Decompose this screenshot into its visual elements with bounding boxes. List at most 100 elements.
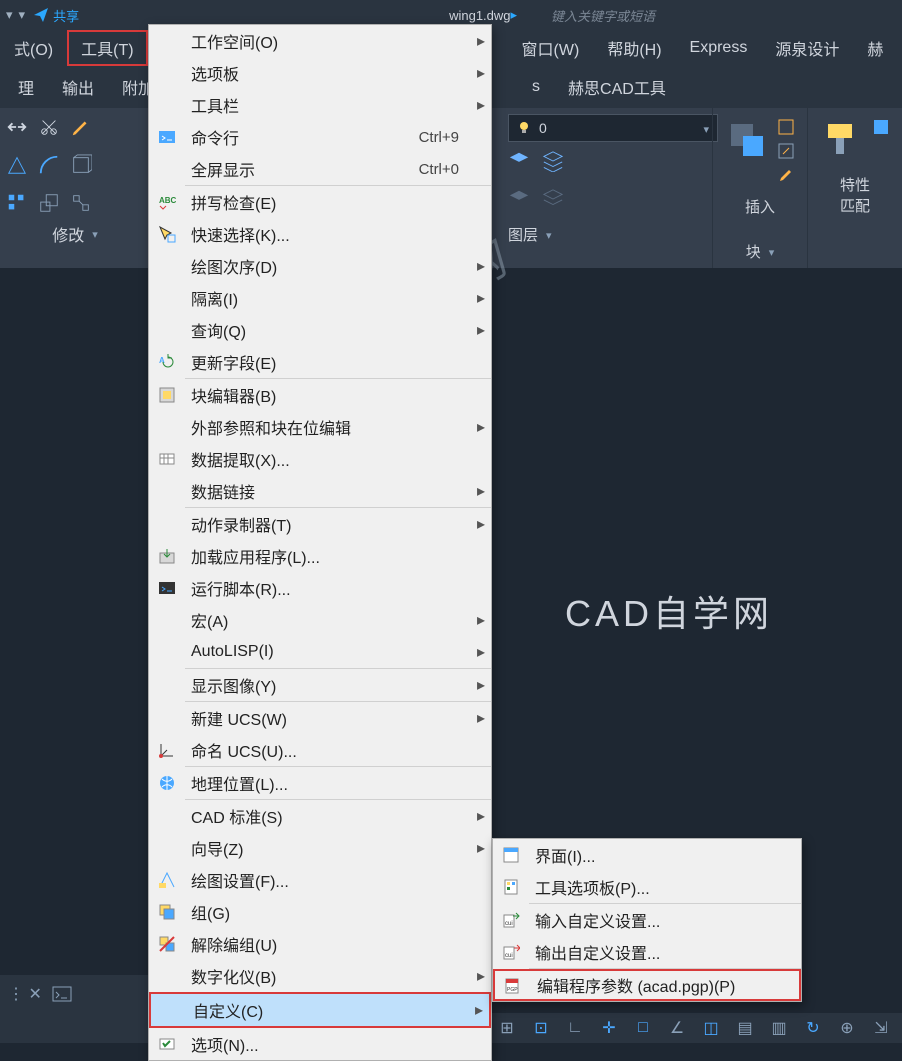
layer-panel-label[interactable]: 图层 (490, 218, 718, 251)
menu-last[interactable]: 赫 (853, 30, 897, 66)
explode-icon[interactable] (70, 192, 92, 214)
attr-edit-icon[interactable] (777, 166, 795, 184)
sb-scale-icon[interactable]: ⇲ (868, 1017, 894, 1039)
menu-item[interactable]: 选项(N)... (149, 1028, 491, 1060)
menu-item[interactable]: 新建 UCS(W)▸ (149, 702, 491, 734)
sb-trans-icon[interactable]: ▥ (766, 1017, 792, 1039)
move-icon[interactable] (6, 116, 28, 138)
menu-item[interactable]: 快速选择(K)... (149, 218, 491, 250)
menu-help[interactable]: 帮助(H) (593, 30, 675, 66)
submenu-item[interactable]: cui输出自定义设置... (493, 936, 801, 968)
menu-item[interactable]: 命名 UCS(U)... (149, 734, 491, 766)
menu-item[interactable]: 解除编组(U) (149, 928, 491, 960)
menu-item[interactable]: 加载应用程序(L)... (149, 540, 491, 572)
ribbon-panel-insert: 插入 块 (712, 108, 807, 268)
qat-dd-icon-2[interactable]: ▾ (19, 7, 26, 23)
menu-item[interactable]: 绘图次序(D)▸ (149, 250, 491, 282)
menu-item[interactable]: 查询(Q)▸ (149, 314, 491, 346)
sb-angle-icon[interactable]: ∠ (664, 1017, 690, 1039)
ribbon-tab-s[interactable]: s (518, 72, 554, 102)
menu-item[interactable]: 命令行Ctrl+9 (149, 121, 491, 153)
menu-yuanquan[interactable]: 源泉设计 (761, 30, 853, 66)
menu-item[interactable]: 向导(Z)▸ (149, 832, 491, 864)
menu-item[interactable]: 宏(A)▸ (149, 604, 491, 636)
menu-item[interactable]: 选项板▸ (149, 57, 491, 89)
box-icon[interactable] (70, 154, 92, 176)
menu-item[interactable]: 外部参照和块在位编辑▸ (149, 411, 491, 443)
command-bar[interactable]: ⋮ ✕ (0, 975, 148, 1013)
ribbon-tab-hesi[interactable]: 赫思CAD工具 (554, 69, 680, 105)
share-button[interactable]: 共享 (33, 6, 79, 25)
sb-lw-icon[interactable]: ▤ (732, 1017, 758, 1039)
pencil-icon[interactable] (70, 116, 92, 138)
menu-item[interactable]: 工具栏▸ (149, 89, 491, 121)
edit-block-icon[interactable] (777, 142, 795, 160)
geom-icon[interactable] (6, 154, 28, 176)
array-icon[interactable] (6, 192, 28, 214)
block-panel-label[interactable]: 块 (746, 233, 775, 262)
menu-item-label: 查询(Q) (185, 318, 401, 342)
match-props-button[interactable] (820, 118, 864, 162)
menu-item[interactable]: 自定义(C)▸ (149, 992, 491, 1028)
menu-item[interactable]: ABC拼写检查(E) (149, 186, 491, 218)
layer-lock-icon[interactable] (542, 188, 564, 210)
sb-snap-icon[interactable]: ⊡ (528, 1017, 554, 1039)
scale-icon[interactable] (38, 192, 60, 214)
menu-item[interactable]: 数据链接▸ (149, 475, 491, 507)
qat-dd-icon[interactable]: ▾ (6, 7, 13, 23)
menu-item[interactable]: 数字化仪(B)▸ (149, 960, 491, 992)
submenu-item[interactable]: PGP编辑程序参数 (acad.pgp)(P) (493, 969, 801, 1001)
insert-button[interactable] (725, 118, 769, 162)
submenu-item[interactable]: 界面(I)... (493, 839, 801, 871)
submenu-item-label: 界面(I)... (529, 843, 801, 867)
menu-item[interactable]: 隔离(I)▸ (149, 282, 491, 314)
doc-nav-icon[interactable]: ▸ (511, 7, 518, 23)
menu-item[interactable]: 运行脚本(R)... (149, 572, 491, 604)
chevron-right-icon: ▸ (471, 675, 491, 695)
submenu-item[interactable]: 工具选项板(P)... (493, 871, 801, 903)
create-block-icon[interactable] (777, 118, 795, 136)
menu-item[interactable]: 地理位置(L)... (149, 767, 491, 799)
ribbon-tab-manage[interactable]: 理 (4, 69, 48, 105)
menu-item[interactable]: 组(G) (149, 896, 491, 928)
modify-panel-label[interactable]: 修改 (0, 222, 150, 246)
search-box[interactable]: 键入关键字或短语 (551, 6, 655, 25)
sb-ortho-icon[interactable]: ∟ (562, 1017, 588, 1039)
sb-cycle-icon[interactable]: ↻ (800, 1017, 826, 1039)
menu-express[interactable]: Express (676, 33, 762, 63)
menu-item[interactable]: 数据提取(X)... (149, 443, 491, 475)
menu-item-label: 工具栏 (185, 93, 401, 117)
menu-window[interactable]: 窗口(W) (508, 30, 594, 66)
sb-monitor-icon[interactable]: ⊕ (834, 1017, 860, 1039)
layer-freeze-icon[interactable] (508, 188, 530, 210)
arc-icon[interactable] (38, 154, 60, 176)
menu-tools[interactable]: 工具(T) (67, 30, 147, 66)
sb-osnap-icon[interactable]: □ (630, 1017, 656, 1039)
menu-item[interactable]: 全屏显示Ctrl+0 (149, 153, 491, 185)
submenu-item-label: 输出自定义设置... (529, 940, 801, 964)
bylayer-icon[interactable] (872, 118, 890, 136)
menu-item[interactable]: 显示图像(Y)▸ (149, 669, 491, 701)
dext-icon (149, 450, 185, 468)
ribbon-tab-output[interactable]: 输出 (48, 69, 108, 105)
trim-icon[interactable] (38, 116, 60, 138)
layer-iso-icon[interactable] (508, 150, 530, 172)
menu-item[interactable]: AutoLISP(I)▸ (149, 636, 491, 668)
close-icon[interactable]: ⋮ ✕ (8, 984, 42, 1004)
menu-item[interactable]: A更新字段(E) (149, 346, 491, 378)
menu-item[interactable]: 动作录制器(T)▸ (149, 508, 491, 540)
menu-format[interactable]: 式(O) (0, 30, 67, 66)
menu-item[interactable]: 绘图设置(F)... (149, 864, 491, 896)
chevron-right-icon: ▸ (471, 838, 491, 858)
layer-dropdown[interactable]: 0 (508, 114, 718, 142)
cmd-icon (149, 128, 185, 146)
opt-icon (149, 1035, 185, 1053)
layer-stack-icon[interactable] (542, 150, 564, 172)
sb-otrack-icon[interactable]: ◫ (698, 1017, 724, 1039)
menu-item[interactable]: 块编辑器(B) (149, 379, 491, 411)
sb-grid-icon[interactable]: ⊞ (494, 1017, 520, 1039)
menu-item[interactable]: 工作空间(O)▸ (149, 25, 491, 57)
submenu-item[interactable]: cui输入自定义设置... (493, 904, 801, 936)
sb-polar-icon[interactable]: ✛ (596, 1017, 622, 1039)
menu-item[interactable]: CAD 标准(S)▸ (149, 800, 491, 832)
